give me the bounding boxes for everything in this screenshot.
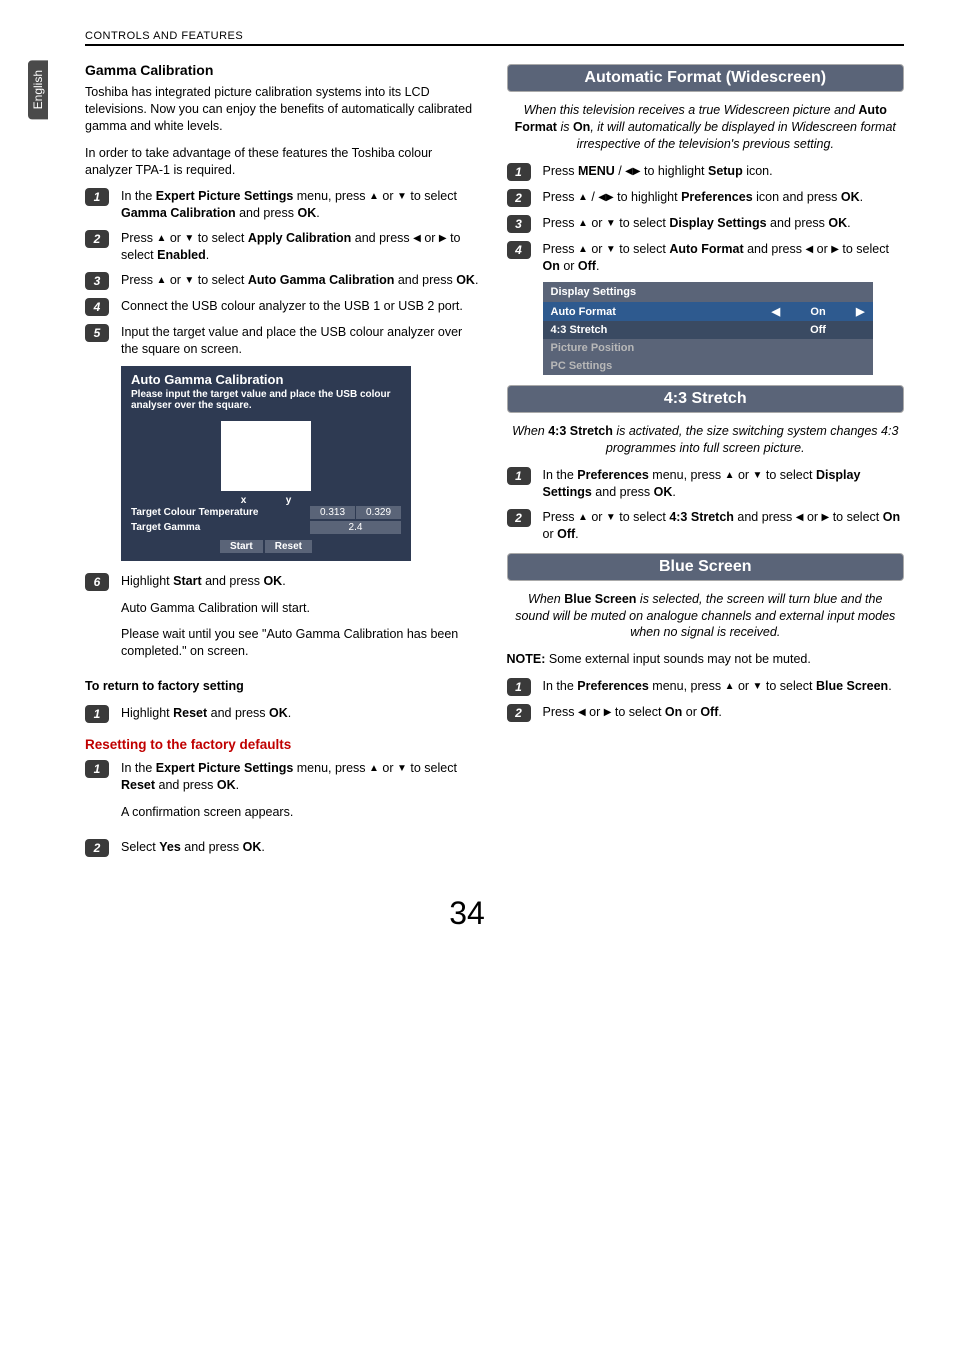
triangle-down-icon xyxy=(753,469,763,483)
triangle-right-icon xyxy=(439,232,447,246)
left-column: Gamma Calibration Toshiba has integrated… xyxy=(85,54,483,865)
stretch-band: 4:3 Stretch xyxy=(507,385,905,413)
factory-step-1: 1 In the Expert Picture Settings menu, p… xyxy=(85,760,483,831)
triangle-down-icon xyxy=(606,511,616,525)
step-5: 5 Input the target value and place the U… xyxy=(85,324,483,358)
triangle-up-icon xyxy=(578,511,588,525)
triangle-down-icon xyxy=(184,232,194,246)
step-3: 3 Press or to select Auto Gamma Calibrat… xyxy=(85,272,483,290)
triangle-up-icon xyxy=(725,469,735,483)
reset-heading: Resetting to the factory defaults xyxy=(85,737,483,752)
bs-step-1: 1 In the Preferences menu, press or to s… xyxy=(507,678,905,696)
start-button[interactable]: Start xyxy=(220,540,263,553)
af-step-1: 1 Press MENU / to highlight Setup icon. xyxy=(507,163,905,181)
triangle-up-icon xyxy=(156,274,166,288)
triangle-up-icon xyxy=(369,190,379,204)
triangle-left-right-icon xyxy=(598,191,613,205)
bs-step-2: 2 Press or to select On or Off. xyxy=(507,704,905,722)
triangle-right-icon[interactable]: ▶ xyxy=(848,302,872,321)
tct-y-cell: 0.329 xyxy=(356,506,401,519)
step-6: 6 Highlight Start and press OK. Auto Gam… xyxy=(85,573,483,671)
triangle-down-icon xyxy=(753,680,763,694)
dialog-title: Auto Gamma Calibration xyxy=(121,366,411,389)
calibration-square xyxy=(221,421,311,491)
af-step-4: 4 Press or to select Auto Format and pre… xyxy=(507,241,905,275)
triangle-up-icon xyxy=(578,217,588,231)
table-row: PC Settings xyxy=(543,357,873,375)
blue-screen-intro: When Blue Screen is selected, the screen… xyxy=(507,591,905,642)
auto-format-intro: When this television receives a true Wid… xyxy=(507,102,905,153)
triangle-left-icon[interactable]: ◀ xyxy=(764,302,788,321)
gamma-heading: Gamma Calibration xyxy=(85,62,483,78)
intro-para-2: In order to take advantage of these feat… xyxy=(85,145,483,179)
st-step-1: 1 In the Preferences menu, press or to s… xyxy=(507,467,905,501)
triangle-up-icon xyxy=(578,191,588,205)
language-tab: English xyxy=(28,60,48,119)
stretch-intro: When 4:3 Stretch is activated, the size … xyxy=(507,423,905,457)
reset-button[interactable]: Reset xyxy=(265,540,312,553)
tg-cell: 2.4 xyxy=(310,521,401,534)
note-line: NOTE: Some external input sounds may not… xyxy=(507,651,905,668)
af-step-2: 2 Press / to highlight Preferences icon … xyxy=(507,189,905,207)
step-1: 1 In the Expert Picture Settings menu, p… xyxy=(85,188,483,222)
table-row[interactable]: 4:3 StretchOff xyxy=(543,321,873,339)
table-header: Display Settings xyxy=(543,282,873,302)
af-step-3: 3 Press or to select Display Settings an… xyxy=(507,215,905,233)
triangle-down-icon xyxy=(606,243,616,257)
triangle-left-icon xyxy=(578,706,586,720)
triangle-down-icon xyxy=(606,217,616,231)
return-step-1: 1 Highlight Reset and press OK. xyxy=(85,705,483,723)
step-2: 2 Press or to select Apply Calibration a… xyxy=(85,230,483,264)
factory-step-2: 2 Select Yes and press OK. xyxy=(85,839,483,857)
triangle-left-right-icon xyxy=(625,165,640,179)
st-step-2: 2 Press or to select 4:3 Stretch and pre… xyxy=(507,509,905,543)
display-settings-table: Display Settings Auto Format◀On▶ 4:3 Str… xyxy=(543,282,873,375)
section-header: CONTROLS AND FEATURES xyxy=(85,30,904,46)
blue-screen-band: Blue Screen xyxy=(507,553,905,581)
dialog-subtitle: Please input the target value and place … xyxy=(121,389,411,417)
triangle-down-icon xyxy=(397,190,407,204)
return-heading: To return to factory setting xyxy=(85,678,483,695)
triangle-left-icon xyxy=(413,232,421,246)
triangle-up-icon xyxy=(369,762,379,776)
step-4: 4 Connect the USB colour analyzer to the… xyxy=(85,298,483,316)
right-column: Automatic Format (Widescreen) When this … xyxy=(507,54,905,865)
two-column-layout: Gamma Calibration Toshiba has integrated… xyxy=(85,54,904,865)
page-number: 34 xyxy=(30,895,904,932)
triangle-down-icon xyxy=(397,762,407,776)
table-row: Picture Position xyxy=(543,339,873,357)
triangle-right-icon xyxy=(831,243,839,257)
step-badge: 1 xyxy=(85,188,109,206)
triangle-up-icon xyxy=(725,680,735,694)
tct-x-cell: 0.313 xyxy=(310,506,355,519)
manual-page: CONTROLS AND FEATURES English Gamma Cali… xyxy=(0,0,954,1352)
auto-format-band: Automatic Format (Widescreen) xyxy=(507,64,905,92)
triangle-up-icon xyxy=(578,243,588,257)
triangle-up-icon xyxy=(156,232,166,246)
intro-para-1: Toshiba has integrated picture calibrati… xyxy=(85,84,483,135)
triangle-down-icon xyxy=(184,274,194,288)
table-row[interactable]: Auto Format◀On▶ xyxy=(543,302,873,321)
auto-gamma-dialog: Auto Gamma Calibration Please input the … xyxy=(121,366,411,561)
